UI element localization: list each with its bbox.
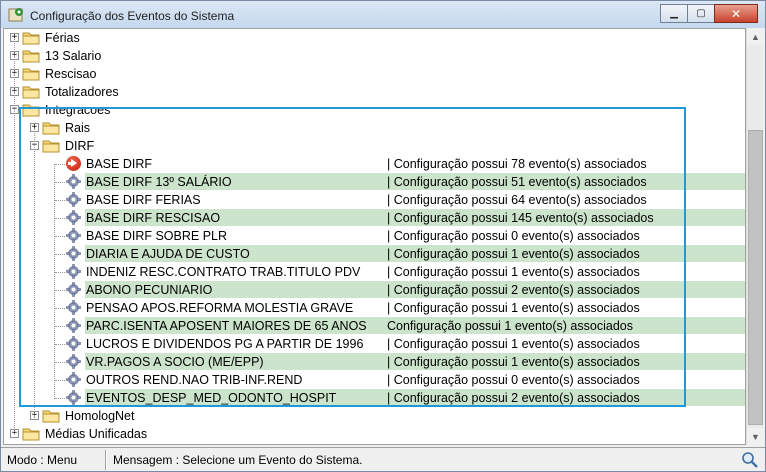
tree-node-item[interactable]: + Rescisao	[4, 65, 745, 83]
folder-icon	[22, 48, 40, 63]
vertical-scrollbar[interactable]: ▲ ▼	[746, 28, 764, 445]
scroll-thumb[interactable]	[748, 130, 763, 425]
tree-node-label: Totalizadores	[45, 85, 119, 99]
tree-node-label: HomologNet	[65, 409, 135, 423]
status-message: Mensagem : Selecione um Evento do Sistem…	[113, 453, 363, 467]
dirf-selection-frame	[19, 107, 686, 407]
tree-node-label: Médias Unificadas	[45, 427, 148, 441]
close-icon: ✕	[730, 6, 742, 21]
tree-node-medias-unificadas[interactable]: + Médias Unificadas	[4, 425, 745, 443]
status-mode: Modo : Menu	[7, 453, 78, 467]
main-window: Configuração dos Eventos do Sistema ▁ ▢ …	[0, 0, 766, 472]
status-bar: Modo : Menu Mensagem : Selecione um Even…	[1, 447, 765, 471]
tree-node-item[interactable]: + Férias	[4, 29, 745, 47]
tree-node-label: Rescisao	[45, 67, 97, 81]
folder-icon	[22, 66, 40, 81]
tree-node-item[interactable]: +13 Salario	[4, 47, 745, 65]
status-divider	[105, 450, 107, 470]
search-icon[interactable]	[741, 451, 759, 469]
close-button[interactable]: ✕	[714, 4, 758, 23]
tree-node-label: 13 Salario	[45, 49, 102, 63]
folder-icon	[22, 426, 40, 441]
chevron-down-icon: ▼	[751, 431, 760, 442]
chevron-up-icon: ▲	[751, 31, 760, 42]
scroll-down-button[interactable]: ▼	[747, 428, 764, 445]
maximize-button[interactable]: ▢	[687, 4, 715, 23]
tree-node-label: Férias	[45, 31, 80, 45]
folder-icon	[42, 408, 60, 423]
folder-icon	[22, 30, 40, 45]
minimize-icon: ▁	[670, 8, 678, 19]
tree-node-homolognet[interactable]: + HomologNet	[4, 407, 745, 425]
folder-icon	[22, 84, 40, 99]
tree-node-item[interactable]: + Totalizadores	[4, 83, 745, 101]
maximize-icon: ▢	[696, 8, 706, 19]
app-icon	[8, 8, 23, 22]
window-controls: ▁ ▢ ✕	[660, 4, 758, 23]
tree-connector	[14, 38, 15, 434]
title-bar[interactable]: Configuração dos Eventos do Sistema ▁ ▢ …	[1, 1, 765, 28]
window-title: Configuração dos Eventos do Sistema	[30, 9, 235, 23]
scroll-up-button[interactable]: ▲	[747, 28, 764, 45]
minimize-button[interactable]: ▁	[660, 4, 688, 23]
